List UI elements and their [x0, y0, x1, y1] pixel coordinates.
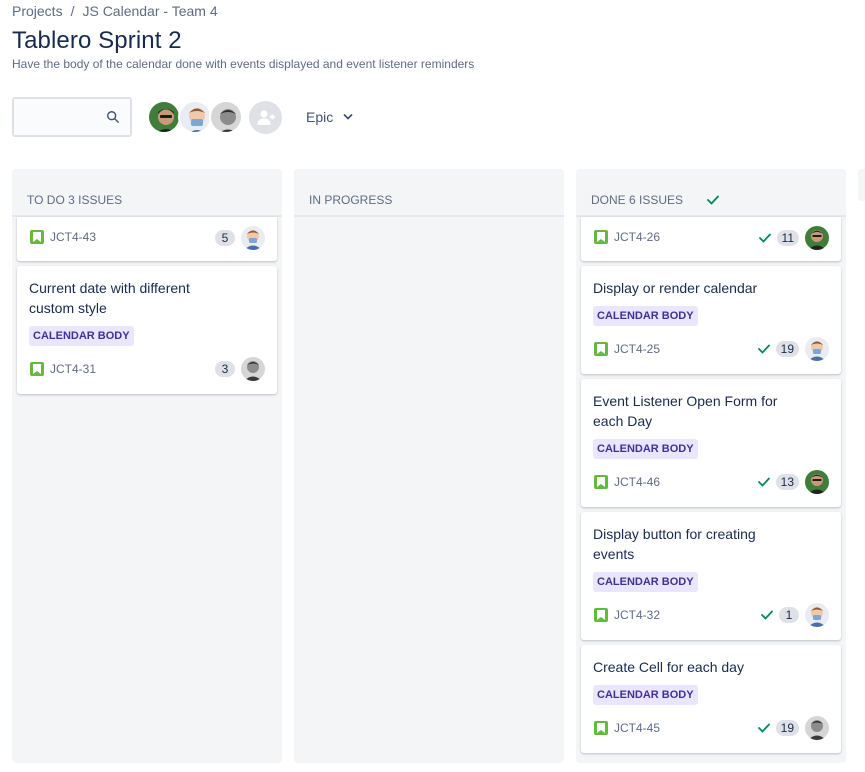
- breadcrumb-separator: /: [70, 3, 75, 19]
- story-points-badge: 13: [775, 474, 799, 490]
- issue-key-row: JCT4-26: [594, 230, 660, 244]
- issue-summary: Current date with different custom style: [29, 280, 190, 316]
- assignee-avatar[interactable]: [241, 357, 265, 381]
- issue-meta: 1: [761, 603, 829, 627]
- chevron-down-icon: [343, 114, 353, 120]
- assignee-avatar[interactable]: [805, 337, 829, 361]
- story-icon: [594, 230, 608, 244]
- issue-card[interactable]: Current date with different custom style…: [17, 266, 277, 394]
- breadcrumb-project-link[interactable]: JS Calendar - Team 4: [82, 3, 217, 19]
- check-icon: [758, 233, 771, 243]
- issue-card[interactable]: Display or render calendar CALENDAR BODY…: [581, 266, 841, 374]
- assignee-avatar[interactable]: [805, 226, 829, 250]
- issue-meta: 11: [758, 226, 829, 250]
- story-points-badge: 11: [776, 230, 799, 246]
- epic-label: CALENDAR BODY: [593, 572, 698, 592]
- column-header: DONE 6 ISSUES: [576, 169, 846, 217]
- story-points-badge: 3: [215, 361, 235, 377]
- issue-key[interactable]: JCT4-46: [614, 475, 660, 489]
- issue-key[interactable]: JCT4-31: [50, 362, 96, 376]
- issue-key[interactable]: JCT4-45: [614, 721, 660, 735]
- add-people-button[interactable]: [249, 101, 282, 134]
- check-icon: [757, 723, 770, 733]
- column-title: IN PROGRESS: [309, 193, 393, 207]
- column-header: TO DO 3 ISSUES: [12, 169, 282, 217]
- check-icon: [707, 195, 719, 205]
- check-icon: [757, 477, 770, 487]
- breadcrumb-projects-link[interactable]: Projects: [12, 3, 63, 19]
- issue-meta: 19: [757, 337, 829, 361]
- epic-filter-dropdown[interactable]: Epic: [306, 109, 353, 125]
- issue-meta: 13: [757, 470, 829, 494]
- epic-label: CALENDAR BODY: [593, 439, 698, 459]
- page-title: Tablero Sprint 2: [12, 27, 182, 54]
- column-title: DONE 6 ISSUES: [591, 193, 684, 207]
- issue-summary: Event Listener Open Form for each Day: [593, 393, 778, 429]
- story-icon: [594, 475, 608, 489]
- issue-meta: 19: [757, 716, 829, 740]
- story-points-badge: 19: [775, 341, 799, 357]
- story-points-badge: 1: [779, 607, 799, 623]
- issue-meta: 3: [215, 357, 265, 381]
- assignee-filter: [147, 100, 243, 134]
- avatar[interactable]: [178, 100, 212, 134]
- issue-card[interactable]: Display button for creating events CALEN…: [581, 512, 841, 640]
- column-header: IN PROGRESS: [294, 169, 564, 217]
- issue-key[interactable]: JCT4-26: [614, 230, 660, 244]
- epic-filter-label: Epic: [306, 109, 334, 125]
- check-icon: [757, 344, 770, 354]
- issue-key[interactable]: JCT4-43: [50, 230, 96, 244]
- issue-card[interactable]: JCT4-43 5: [17, 217, 277, 261]
- issue-card[interactable]: Create Cell for each day CALENDAR BODY J…: [581, 645, 841, 753]
- sprint-goal: Have the body of the calendar done with …: [12, 57, 475, 71]
- add-user-icon: [257, 110, 275, 125]
- story-icon: [594, 342, 608, 356]
- search-input[interactable]: [12, 97, 132, 137]
- issue-key-row: JCT4-25: [594, 342, 660, 356]
- column-title: TO DO 3 ISSUES: [27, 193, 123, 207]
- column-in-progress: IN PROGRESS: [294, 169, 564, 763]
- story-icon: [30, 362, 44, 376]
- story-icon: [594, 721, 608, 735]
- issue-key[interactable]: JCT4-32: [614, 608, 660, 622]
- avatar[interactable]: [209, 100, 243, 134]
- column-done: DONE 6 ISSUES JCT4-26 11 Display or rend…: [576, 169, 846, 763]
- assignee-avatar[interactable]: [805, 470, 829, 494]
- issue-summary: Display or render calendar: [593, 280, 758, 296]
- epic-label: CALENDAR BODY: [29, 326, 134, 346]
- issue-key-row: JCT4-31: [30, 362, 96, 376]
- story-points-badge: 5: [215, 230, 235, 246]
- epic-label: CALENDAR BODY: [593, 306, 698, 326]
- column-todo: TO DO 3 ISSUES JCT4-43 5 Current date wi…: [12, 169, 282, 763]
- issue-key-row: JCT4-43: [30, 230, 96, 244]
- story-points-badge: 19: [775, 720, 799, 736]
- assignee-avatar[interactable]: [805, 716, 829, 740]
- issue-meta: 5: [215, 226, 265, 250]
- issue-key-row: JCT4-45: [594, 721, 660, 735]
- breadcrumb: Projects / JS Calendar - Team 4: [12, 3, 218, 19]
- avatar[interactable]: [147, 100, 181, 134]
- story-icon: [30, 230, 44, 244]
- issue-card[interactable]: JCT4-26 11: [581, 217, 841, 261]
- story-icon: [594, 608, 608, 622]
- next-column-edge: [858, 169, 865, 201]
- epic-label: CALENDAR BODY: [593, 685, 698, 705]
- issue-summary: Create Cell for each day: [593, 659, 744, 675]
- issue-summary: Display button for creating events: [593, 526, 756, 562]
- issue-card[interactable]: Event Listener Open Form for each Day CA…: [581, 379, 841, 507]
- issue-key[interactable]: JCT4-25: [614, 342, 660, 356]
- issue-key-row: JCT4-32: [594, 608, 660, 622]
- issue-key-row: JCT4-46: [594, 475, 660, 489]
- search-icon: [107, 111, 119, 123]
- assignee-avatar[interactable]: [241, 226, 265, 250]
- assignee-avatar[interactable]: [805, 603, 829, 627]
- check-icon: [761, 610, 773, 620]
